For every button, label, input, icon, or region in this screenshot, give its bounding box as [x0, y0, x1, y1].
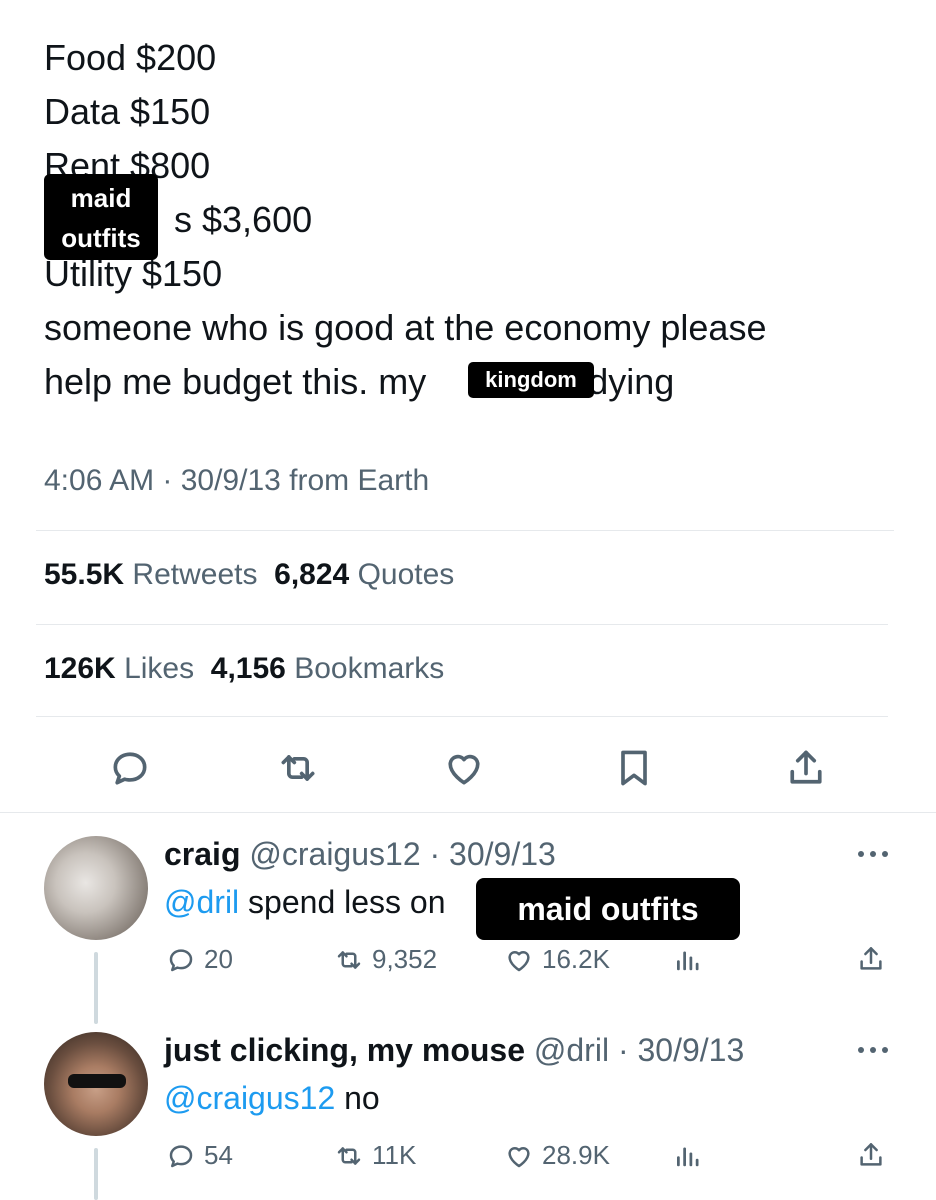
retweet-icon: [337, 1146, 361, 1165]
share-icon: [860, 947, 882, 970]
likes-label: Likes: [124, 652, 195, 685]
reply-count: 20: [204, 944, 233, 974]
reply-author-name[interactable]: craig: [164, 836, 240, 872]
engagement-stats-row: 126K Likes 4,156 Bookmarks: [44, 652, 444, 686]
tweet-line: Food $200: [44, 37, 217, 78]
share-button[interactable]: [856, 944, 894, 974]
tweet-line-head: help me budget this. my: [44, 361, 427, 402]
divider: [36, 624, 888, 625]
retweet-count: 9,352: [372, 944, 438, 974]
reply-icon: [169, 948, 193, 971]
reply-header: just clicking, my mouse @dril · 30/9/13: [164, 1032, 744, 1069]
divider: [36, 530, 894, 531]
like-count: 28.9K: [542, 1140, 610, 1170]
retweet-icon[interactable]: [276, 746, 320, 790]
bookmarks-stat[interactable]: 4,156 Bookmarks: [211, 652, 444, 685]
mention-link[interactable]: @craigus12: [164, 1080, 335, 1116]
reply-text: @dril spend less on: [164, 884, 446, 921]
bookmarks-count: 4,156: [210, 652, 286, 685]
reply-icon: [169, 1144, 193, 1167]
avatar[interactable]: [44, 836, 148, 940]
avatar[interactable]: [44, 1032, 148, 1136]
maid-outfits-sticker: maid outfits: [476, 878, 740, 940]
bookmark-icon[interactable]: [612, 746, 656, 790]
sticker-line: outfits: [61, 223, 141, 253]
quotes-stat[interactable]: 6,824 Quotes: [274, 558, 454, 591]
retweets-label: Retweets: [132, 558, 258, 591]
heart-icon: [508, 1146, 530, 1167]
views-button[interactable]: [672, 1140, 710, 1170]
share-button[interactable]: [856, 1140, 894, 1170]
reply-handle[interactable]: @dril: [534, 1032, 609, 1068]
retweets-count: 55.5K: [44, 558, 125, 591]
sunglasses-detail: [68, 1074, 126, 1088]
retweet-button[interactable]: 9,352: [334, 944, 437, 975]
tweet-timestamp[interactable]: 4:06 AM · 30/9/13 from Earth: [44, 464, 429, 498]
reply-date[interactable]: · 30/9/13: [618, 1032, 744, 1068]
share-icon: [860, 1143, 882, 1166]
tweet-line: s $3,600: [174, 199, 313, 240]
mention-link[interactable]: @dril: [164, 884, 239, 920]
quotes-count: 6,824: [274, 558, 350, 591]
reply-button[interactable]: 20: [166, 944, 233, 975]
likes-stat[interactable]: 126K Likes: [44, 652, 194, 685]
reply-date[interactable]: · 30/9/13: [430, 836, 556, 872]
divider: [0, 812, 936, 813]
engagement-stats-row: 55.5K Retweets 6,824 Quotes: [44, 558, 454, 592]
heart-icon[interactable]: [442, 746, 486, 790]
more-options-icon[interactable]: [856, 1044, 890, 1056]
kingdom-sticker: kingdom: [468, 362, 594, 398]
reply-icon[interactable]: [108, 746, 152, 790]
bookmarks-label: Bookmarks: [294, 652, 445, 685]
maid-outfits-sticker: maid outfits: [44, 174, 158, 260]
reply-header: craig @craigus12 · 30/9/13: [164, 836, 556, 873]
heart-icon: [508, 950, 530, 971]
reply-text-body: no: [335, 1080, 380, 1116]
reply-button[interactable]: 54: [166, 1140, 233, 1171]
reply-author-name[interactable]: just clicking, my mouse: [164, 1032, 525, 1068]
tweet-line: Data $150: [44, 91, 211, 132]
like-button[interactable]: 28.9K: [504, 1140, 610, 1171]
reply-count: 54: [204, 1140, 233, 1170]
divider: [36, 716, 888, 717]
views-button[interactable]: [672, 944, 710, 974]
thread-connector: [94, 952, 98, 1024]
like-button[interactable]: 16.2K: [504, 944, 610, 975]
retweets-stat[interactable]: 55.5K Retweets: [44, 558, 257, 591]
like-count: 16.2K: [542, 944, 610, 974]
analytics-icon: [677, 1147, 699, 1167]
quotes-label: Quotes: [357, 558, 455, 591]
retweet-icon: [337, 950, 361, 969]
likes-count: 126K: [44, 652, 116, 685]
reply-handle[interactable]: @craigus12: [249, 836, 420, 872]
thread-connector: [94, 1148, 98, 1200]
retweet-button[interactable]: 11K: [334, 1140, 416, 1171]
reply-text: @craigus12 no: [164, 1080, 380, 1117]
more-options-icon[interactable]: [856, 848, 890, 860]
share-icon[interactable]: [784, 746, 828, 790]
tweet-line: someone who is good at the economy pleas…: [44, 307, 767, 348]
retweet-count: 11K: [372, 1140, 417, 1170]
reply-text-body: spend less on: [239, 884, 446, 920]
analytics-icon: [677, 951, 699, 971]
sticker-line: maid: [70, 183, 132, 213]
